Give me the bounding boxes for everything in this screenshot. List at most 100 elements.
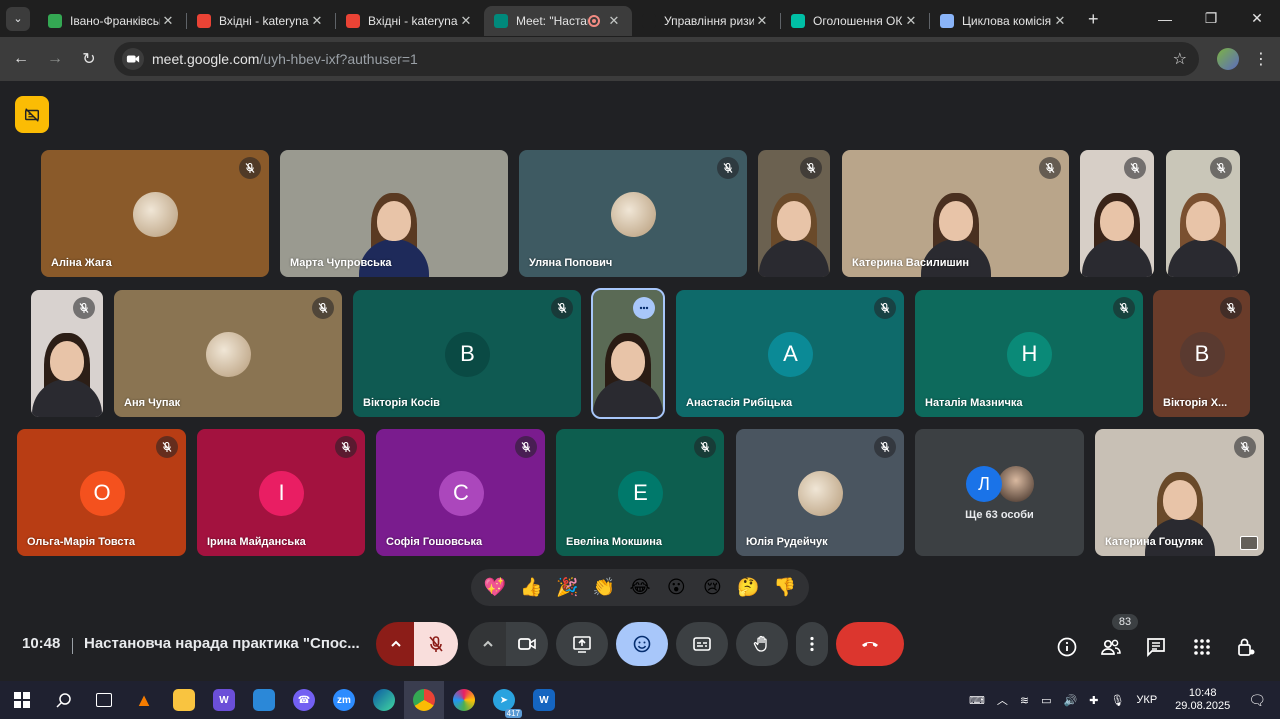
browser-menu-icon[interactable]: ⋮	[1253, 49, 1269, 69]
browser-tab[interactable]: Циклова комісія ✕	[930, 6, 1078, 36]
host-controls-button[interactable]	[1228, 629, 1264, 665]
camera-toggle-button[interactable]	[506, 622, 548, 666]
sparkling-heart-icon[interactable]: 💖	[479, 577, 511, 598]
folder-icon	[173, 689, 195, 711]
participant-tile[interactable]: Катерина Василишин	[842, 150, 1069, 277]
participant-tile[interactable]	[591, 288, 665, 419]
activities-button[interactable]	[1184, 629, 1220, 665]
taskbar-viber[interactable]: ☎	[284, 681, 324, 719]
mic-options-button[interactable]	[376, 622, 416, 666]
participant-tile[interactable]: В Вікторія Х...	[1153, 290, 1250, 417]
participant-tile[interactable]: Е Евеліна Мокшина	[556, 429, 724, 556]
laughing-icon[interactable]: 😂	[624, 577, 656, 598]
participant-tile[interactable]	[758, 150, 830, 277]
close-tab-icon[interactable]: ✕	[458, 13, 474, 29]
picture-in-picture-icon[interactable]	[1240, 536, 1258, 550]
minimize-button[interactable]: —	[1142, 0, 1188, 37]
close-tab-icon[interactable]: ✕	[309, 13, 325, 29]
wifi-icon[interactable]: ≋	[1020, 694, 1029, 707]
forward-button[interactable]: →	[38, 50, 72, 68]
language-indicator[interactable]: УКР	[1136, 694, 1157, 706]
chevron-up-icon[interactable]: ︿	[997, 692, 1008, 708]
participant-tile[interactable]: О Ольга-Марія Товста	[17, 429, 186, 556]
start-button[interactable]	[0, 681, 44, 719]
taskbar-edge[interactable]	[364, 681, 404, 719]
reactions-button[interactable]	[616, 622, 668, 666]
task-view-button[interactable]	[84, 681, 124, 719]
participant-tile[interactable]: Катерина Гоцуляк	[1095, 429, 1264, 556]
present-screen-button[interactable]	[556, 622, 608, 666]
more-options-button[interactable]	[796, 622, 828, 666]
close-tab-icon[interactable]: ✕	[160, 13, 176, 29]
new-tab-button[interactable]: +	[1088, 9, 1099, 30]
taskbar-app-w2[interactable]: W	[524, 681, 564, 719]
party-popper-icon[interactable]: 🎉	[552, 577, 584, 598]
raise-hand-button[interactable]	[736, 622, 788, 666]
back-button[interactable]: ←	[4, 50, 38, 68]
browser-tab[interactable]: Вхідні - kateryna ✕	[336, 6, 484, 36]
participant-tile[interactable]: С Софія Гошовська	[376, 429, 545, 556]
notifications-icon[interactable]: 🗨	[1248, 692, 1266, 709]
crying-icon[interactable]: 😢	[696, 577, 728, 598]
participant-tile[interactable]: Юлія Рудейчук	[736, 429, 904, 556]
participant-tile[interactable]: Аня Чупак	[114, 290, 342, 417]
taskbar-zoom[interactable]: zm	[324, 681, 364, 719]
browser-tab[interactable]: Вхідні - kateryna ✕	[187, 6, 335, 36]
surprised-icon[interactable]: 😮	[660, 577, 692, 598]
participant-tile[interactable]: Н Наталія Мазничка	[915, 290, 1143, 417]
participant-tile[interactable]: Аліна Жага	[41, 150, 269, 277]
close-tab-icon[interactable]: ✕	[1052, 13, 1068, 29]
captions-off-badge[interactable]	[15, 96, 49, 133]
close-window-button[interactable]: ✕	[1234, 0, 1280, 37]
security-icon[interactable]: ✚	[1089, 694, 1098, 707]
participant-tile[interactable]	[1080, 150, 1154, 277]
taskbar-app-w[interactable]: W	[204, 681, 244, 719]
tab-search-button[interactable]: ⌄	[6, 6, 30, 31]
close-tab-icon[interactable]: ✕	[754, 13, 770, 29]
thumbs-up-icon[interactable]: 👍	[515, 577, 547, 598]
participant-tile[interactable]	[1166, 150, 1240, 277]
restore-button[interactable]: ❐	[1188, 0, 1234, 37]
browser-tab[interactable]: Управління ризиками✕	[632, 6, 780, 36]
address-bar[interactable]: meet.google.com/uyh-hbev-ixf?authuser=1 …	[114, 42, 1199, 76]
taskbar-photos[interactable]	[244, 681, 284, 719]
battery-icon[interactable]: ▭	[1041, 694, 1051, 707]
taskbar-telegram[interactable]: ➤ 417	[484, 681, 524, 719]
keyboard-icon[interactable]: ⌨	[969, 694, 985, 707]
browser-tab[interactable]: Івано-Франківськ ✕	[38, 6, 186, 36]
participant-tile[interactable]: Марта Чупровська	[280, 150, 508, 277]
browser-tab[interactable]: Оголошення ОК ✕	[781, 6, 929, 36]
participant-tile[interactable]: В Вікторія Косів	[353, 290, 581, 417]
captions-button[interactable]	[676, 622, 728, 666]
leave-call-button[interactable]	[836, 622, 904, 666]
clapping-icon[interactable]: 👏	[588, 577, 620, 598]
participant-tile[interactable]	[31, 290, 103, 417]
profile-avatar[interactable]	[1217, 48, 1239, 70]
close-tab-icon[interactable]: ✕	[903, 13, 919, 29]
mic-toggle-button[interactable]	[414, 622, 458, 666]
taskbar-browser2[interactable]	[444, 681, 484, 719]
participant-tile[interactable]: Уляна Попович	[519, 150, 747, 277]
search-button[interactable]	[44, 681, 84, 719]
reload-button[interactable]: ↻	[72, 49, 106, 69]
thumbs-down-icon[interactable]: 👎	[769, 577, 801, 598]
bookmark-star-icon[interactable]: ☆	[1173, 49, 1187, 69]
taskbar-chrome[interactable]	[404, 681, 444, 719]
participant-tile[interactable]: І Ірина Майданська	[197, 429, 365, 556]
people-button[interactable]	[1093, 629, 1129, 665]
meet-site-icon[interactable]	[122, 48, 144, 70]
taskbar-vlc[interactable]: ▲	[124, 681, 164, 719]
microphone-icon[interactable]: 🎙	[1110, 694, 1124, 707]
close-tab-icon[interactable]: ✕	[606, 13, 622, 29]
thinking-icon[interactable]: 🤔	[733, 577, 765, 598]
browser-tab[interactable]: Meet: "Настановча ✕	[484, 5, 632, 36]
more-participants-tile[interactable]: Л Ще 63 особи	[915, 429, 1084, 556]
taskbar-file-explorer[interactable]	[164, 681, 204, 719]
participant-tile[interactable]: А Анастасія Рибіцька	[676, 290, 904, 417]
camera-options-button[interactable]	[468, 622, 508, 666]
participant-name: Наталія Мазничка	[925, 397, 1023, 409]
taskbar-clock[interactable]: 10:48 29.08.2025	[1175, 687, 1230, 713]
meeting-info-button[interactable]	[1049, 629, 1085, 665]
chat-button[interactable]	[1138, 629, 1174, 665]
volume-icon[interactable]: 🔊	[1064, 694, 1078, 707]
